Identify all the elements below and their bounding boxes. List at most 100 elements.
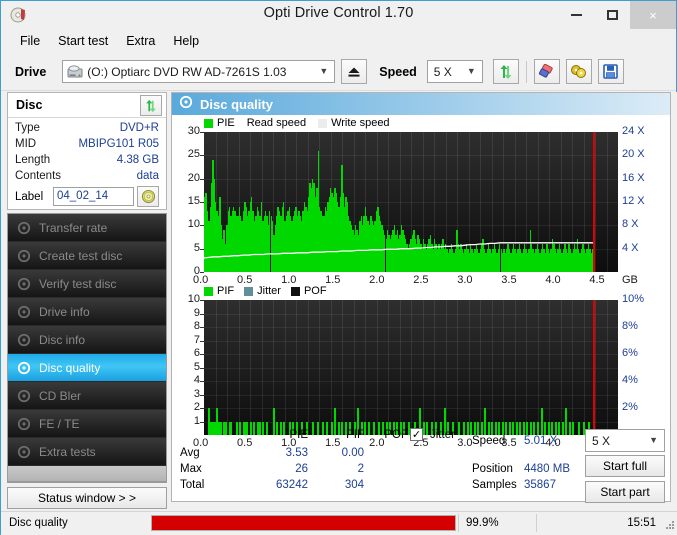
y-tick-label: 5	[193, 241, 200, 254]
sidebar-item-cd-bler[interactable]: CD Bler	[8, 382, 166, 410]
compare-icon	[571, 65, 587, 78]
y2-tick-label: 8 X	[622, 218, 639, 231]
y2-tick-label: 20 X	[622, 148, 645, 161]
sidebar-item-create-test-disc[interactable]: Create test disc	[8, 242, 166, 270]
disc-label-input[interactable]: 04_02_14	[53, 187, 134, 206]
status-bar: Disc quality 99.9% 15:51	[1, 511, 677, 533]
legend-label-pif: PIF	[217, 285, 235, 297]
start-part-button[interactable]: Start part	[585, 481, 665, 503]
legend-swatch-write-speed	[318, 118, 328, 128]
test-speed-select[interactable]: 5 X ▼	[585, 429, 665, 452]
save-button[interactable]	[597, 59, 624, 84]
erase-button[interactable]	[533, 59, 560, 84]
status-time: 15:51	[536, 513, 677, 532]
menu-item-extra[interactable]: Extra	[117, 32, 164, 50]
toolbar-divider	[525, 60, 527, 83]
disc-icon	[17, 333, 31, 347]
legend-swatch-pif	[204, 286, 213, 296]
window-controls: ×	[558, 1, 676, 29]
disc-label-button[interactable]	[137, 186, 159, 207]
stats-total-pie: 63242	[276, 479, 308, 491]
stats-header-pof: POF	[384, 429, 408, 441]
test-speed-value: 5 X	[592, 433, 611, 448]
y-tick-label: 15	[187, 195, 200, 207]
nav-list: Transfer rate Create test disc Verify te…	[7, 213, 167, 483]
sidebar-item-transfer-rate[interactable]: Transfer rate	[8, 214, 166, 242]
y2-tick-label: 24 X	[622, 125, 645, 137]
sidebar-item-verify-test-disc[interactable]: Verify test disc	[8, 270, 166, 298]
y-tick-label: 6	[193, 347, 200, 359]
stats-row-label-max: Max	[180, 463, 202, 475]
y2-tick-label: 10%	[622, 293, 645, 305]
x-tick-label: 3.5	[501, 274, 517, 286]
y-tick-label: 10	[187, 293, 200, 305]
sidebar-item-label: Transfer rate	[39, 220, 108, 235]
menu-item-help[interactable]: Help	[164, 32, 208, 50]
sidebar-item-disc-info[interactable]: Disc info	[8, 326, 166, 354]
disc-icon	[17, 361, 31, 375]
speed-stat-value: 5.01 X	[524, 435, 558, 447]
disc-row-length: Length 4.38 GB	[15, 153, 159, 168]
refresh-button[interactable]	[492, 59, 519, 84]
refresh-arrows-icon	[146, 99, 156, 112]
disc-row-contents: Contents data	[15, 169, 159, 184]
status-window-button[interactable]: Status window > >	[7, 487, 167, 509]
disc-icon	[17, 417, 31, 431]
sidebar-item-label: Verify test disc	[39, 276, 117, 291]
pif-chart-legend: PIF Jitter POF	[204, 285, 327, 297]
y2-tick-label: 16 X	[622, 171, 645, 184]
sidebar-item-drive-info[interactable]: Drive info	[8, 298, 166, 326]
disc-icon	[17, 277, 31, 291]
save-floppy-icon	[603, 64, 619, 79]
progress-percent: 99.9%	[458, 513, 536, 532]
jitter-checkbox[interactable]: ✓	[410, 428, 423, 441]
position-stat-label: Position	[472, 463, 513, 475]
pif-plot-area	[204, 300, 618, 435]
sidebar-item-extra-tests[interactable]: Extra tests	[8, 438, 166, 466]
sidebar-item-fe-te[interactable]: FE / TE	[8, 410, 166, 438]
stats-row-label-total: Total	[180, 479, 205, 491]
maximize-button[interactable]	[594, 1, 630, 29]
x-tick-label: 4.5	[589, 274, 605, 286]
menu-item-start-test[interactable]: Start test	[49, 32, 117, 50]
resize-grip-icon[interactable]	[665, 520, 675, 530]
disc-icon	[17, 221, 31, 235]
stats-avg-pif: 0.00	[341, 447, 364, 459]
jitter-label: Jitter	[430, 429, 455, 441]
start-full-button[interactable]: Start full	[585, 455, 665, 477]
sidebar-item-disc-quality[interactable]: Disc quality	[8, 354, 166, 382]
x-tick-label: 2.0	[369, 274, 385, 286]
disc-mid-label: MID	[15, 138, 37, 150]
legend-swatch-pie	[204, 118, 213, 128]
y2-tick-label: 6%	[622, 347, 638, 359]
y-tick-label: 2	[193, 401, 200, 413]
disc-quality-icon	[179, 95, 193, 114]
legend-label-jitter: Jitter	[257, 285, 281, 297]
disc-type-label: Type	[15, 122, 40, 134]
eject-icon	[348, 67, 360, 77]
y-tick-label: 5	[193, 360, 200, 373]
stats-max-pif: 2	[357, 463, 364, 475]
eject-button[interactable]	[341, 59, 368, 84]
y-tick-label: 8	[193, 320, 200, 332]
disc-refresh-button[interactable]	[140, 95, 162, 116]
compare-button[interactable]	[565, 59, 592, 84]
disc-length-label: Length	[15, 154, 51, 166]
disc-label-label: Label	[15, 190, 44, 203]
menu-item-file[interactable]: File	[11, 32, 49, 50]
nav-list-footer	[8, 466, 166, 482]
app-body: Disc Type DVD+R MID MBIPG101 R05 Length …	[1, 92, 677, 535]
disc-icon	[17, 249, 31, 263]
minimize-button[interactable]	[558, 1, 594, 29]
x-axis-label: GB	[622, 274, 638, 286]
title-bar: Opti Drive Control 1.70 ×	[1, 1, 676, 29]
drive-select[interactable]: (O:) Optiarc DVD RW AD-7261S 1.03 ▼	[62, 60, 336, 83]
disc-icon	[17, 445, 31, 459]
close-button[interactable]: ×	[630, 1, 676, 29]
disc-length-value: 4.38 GB	[116, 154, 159, 166]
pie-plot-area	[204, 132, 618, 272]
disc-quality-panel: Disc quality PIE Read speed Write speed …	[171, 92, 671, 503]
speed-select[interactable]: 5 X ▼	[426, 60, 483, 83]
disc-label-row: Label 04_02_14	[15, 186, 159, 207]
stats-header-pif: PIF	[346, 429, 364, 441]
